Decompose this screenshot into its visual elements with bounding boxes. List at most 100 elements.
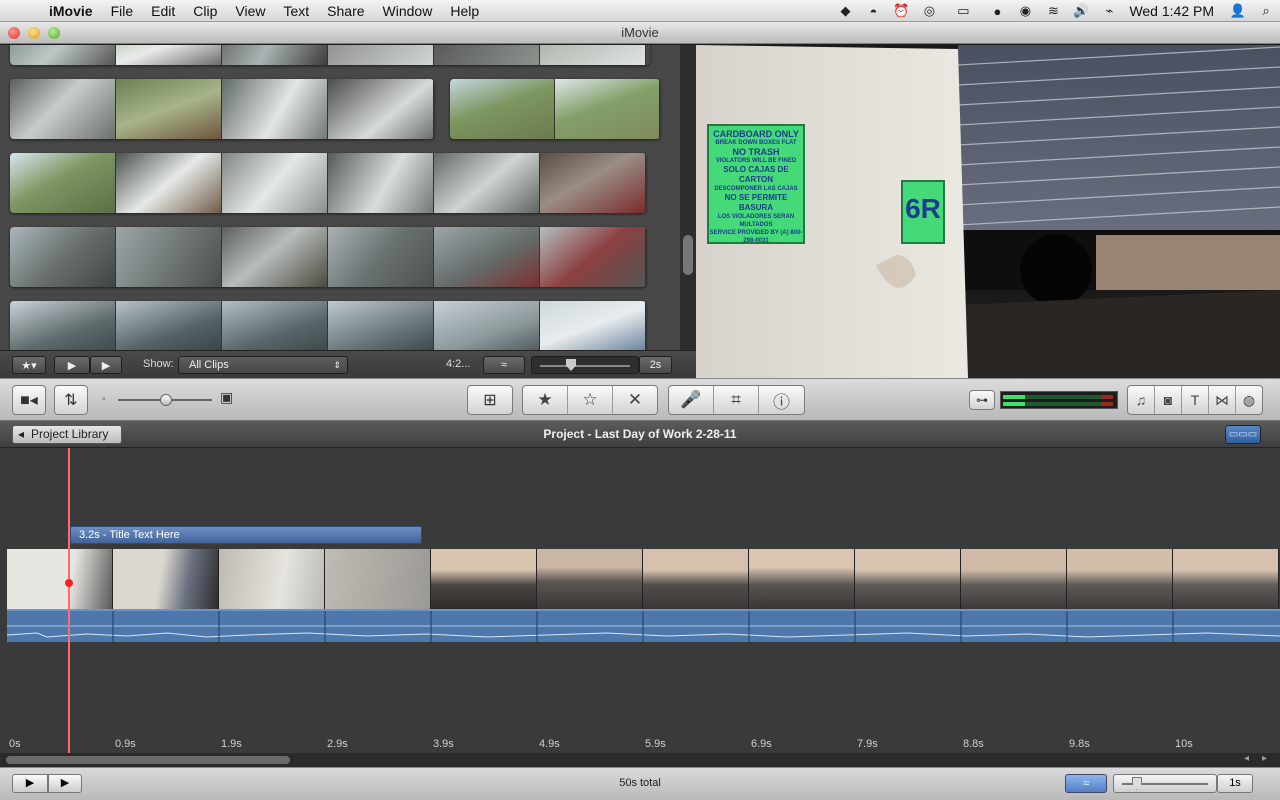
dropbox-icon[interactable]: ◆ xyxy=(831,3,859,19)
menu-file[interactable]: File xyxy=(102,3,143,19)
clip-strip[interactable] xyxy=(10,301,646,350)
menu-app-name[interactable]: iMovie xyxy=(40,3,102,19)
swap-arrows-icon[interactable]: ⇅ xyxy=(54,385,88,415)
play-fullscreen-button[interactable]: ▶ xyxy=(54,356,90,374)
audio-skim-icon[interactable]: ⊶ xyxy=(969,390,995,410)
menubar-clock[interactable]: Wed 1:42 PM xyxy=(1123,3,1224,19)
music-note-icon[interactable]: ♫ xyxy=(1128,386,1155,414)
time-tick: 0s xyxy=(9,738,21,750)
waveform-button[interactable]: ≈ xyxy=(483,356,525,374)
close-button[interactable] xyxy=(8,27,20,39)
tools-segment: 🎤 ⌗ ⓘ xyxy=(668,385,805,415)
playhead[interactable] xyxy=(68,448,70,753)
browser-zoom-slider[interactable] xyxy=(531,356,639,374)
time-tick: 10s xyxy=(1175,738,1193,750)
rating-segment: ★ ☆ ✕ xyxy=(522,385,658,415)
event-browser[interactable] xyxy=(0,45,680,350)
zoom-button[interactable] xyxy=(48,27,60,39)
time-tick: 7.9s xyxy=(857,738,878,750)
play-button[interactable]: ▶ xyxy=(90,356,122,374)
thumbnail-size-slider[interactable] xyxy=(118,394,212,406)
time-tick: 9.8s xyxy=(1069,738,1090,750)
show-select[interactable]: All Clips ⇕ xyxy=(178,356,348,374)
menu-help[interactable]: Help xyxy=(441,3,488,19)
bell-icon[interactable]: ◓ xyxy=(859,4,887,19)
spotlight-search-icon[interactable]: ⌕ xyxy=(1252,3,1280,19)
playhead-marker[interactable] xyxy=(65,579,73,587)
menu-window[interactable]: Window xyxy=(374,3,442,19)
layout-toggle-button[interactable]: ▭▭▭ xyxy=(1225,425,1261,444)
crop-icon[interactable]: ⌗ xyxy=(714,386,759,414)
text-title-icon[interactable]: T xyxy=(1182,386,1209,414)
browser-duration-label[interactable]: 2s xyxy=(639,356,672,374)
browser-segment: ♫ ◙ T ⋈ ◍ xyxy=(1127,385,1263,415)
title-clip[interactable]: 3.2s - Title Text Here xyxy=(70,526,422,544)
battery-outline-icon[interactable]: ▭ xyxy=(943,3,983,19)
show-label: Show: xyxy=(143,358,174,370)
menu-edit[interactable]: Edit xyxy=(142,3,184,19)
clip-strip[interactable] xyxy=(10,45,650,65)
user-icon[interactable]: 👤 xyxy=(1224,3,1252,19)
clip-strip[interactable] xyxy=(450,79,660,139)
sign-line: CARDBOARD ONLY xyxy=(713,129,799,139)
transitions-icon[interactable]: ⋈ xyxy=(1209,386,1236,414)
video-camera-icon[interactable]: ■◂ xyxy=(12,385,46,415)
record-icon[interactable]: ◎ xyxy=(915,3,943,19)
browser-bottom-bar: ★▾ ▶ ▶ Show: All Clips ⇕ 4:2... ≈ 2s xyxy=(0,350,696,378)
sign-line: DESCOMPONER LAS CAJAS xyxy=(714,186,798,192)
menu-view[interactable]: View xyxy=(226,3,274,19)
slider-knob[interactable] xyxy=(160,394,172,406)
clip-strip[interactable] xyxy=(10,153,646,213)
bluetooth-icon[interactable]: ● xyxy=(983,4,1011,19)
timeline-zoom-slider[interactable] xyxy=(1113,774,1217,793)
main-toolbar: ■◂ ⇅ ▫ ▣ ⊞ ★ ☆ ✕ 🎤 ⌗ ⓘ ⊶ ♫ ◙ T ⋈ ◍ xyxy=(0,378,1280,421)
volume-icon[interactable]: 🔊 xyxy=(1067,3,1095,19)
timeline-zoom-label[interactable]: 1s xyxy=(1217,774,1253,793)
sign-line: SERVICE PROVIDED BY (A) 800-298-0031 xyxy=(709,230,803,244)
audio-waveform[interactable] xyxy=(7,609,1280,642)
project-clip-row[interactable] xyxy=(7,549,1280,609)
project-timeline[interactable]: 3.2s - Title Text Here 0s 0.9s 1.9s 2.9s… xyxy=(0,448,1280,753)
charging-icon[interactable]: ⌁ xyxy=(1095,3,1123,19)
eye-icon[interactable]: ◉ xyxy=(1011,3,1039,19)
time-tick: 2.9s xyxy=(327,738,348,750)
sign-text: CARDBOARD ONLY BREAK DOWN BOXES FLAT NO … xyxy=(708,129,804,245)
clip-strip[interactable] xyxy=(10,227,646,287)
sign-line: VIOLATORS WILL BE FINED xyxy=(715,158,797,164)
time-tick: 6.9s xyxy=(751,738,772,750)
menu-share[interactable]: Share xyxy=(318,3,373,19)
window-title-bar: iMovie xyxy=(0,22,1280,44)
reject-x-icon[interactable]: ✕ xyxy=(613,386,657,414)
browser-scroll-thumb[interactable] xyxy=(683,235,693,275)
scroll-left-icon[interactable]: ◂ xyxy=(1244,753,1249,764)
info-icon[interactable]: ⓘ xyxy=(759,386,804,414)
timeline-scrollbar[interactable]: ◂ ▸ xyxy=(0,753,1280,767)
alarm-clock-icon[interactable]: ⏰ xyxy=(887,3,915,19)
project-bottom-bar: ▶ ▶ 50s total ≈ 1s xyxy=(0,767,1280,800)
menu-text[interactable]: Text xyxy=(274,3,318,19)
outline-star-icon[interactable]: ☆ xyxy=(568,386,613,414)
project-title: Project - Last Day of Work 2-28-11 xyxy=(543,427,737,441)
aspect-label: 4:2... xyxy=(446,358,471,370)
menu-bar: iMovie File Edit Clip View Text Share Wi… xyxy=(0,0,1280,22)
add-to-project-icon[interactable]: ⊞ xyxy=(467,385,513,415)
slider-knob[interactable] xyxy=(566,359,576,371)
favorite-filter-button[interactable]: ★▾ xyxy=(12,356,46,374)
camera-icon[interactable]: ◙ xyxy=(1155,386,1182,414)
globe-icon[interactable]: ◍ xyxy=(1236,386,1262,414)
browser-scrollbar[interactable] xyxy=(680,45,696,350)
clip-strip[interactable] xyxy=(10,79,434,139)
timeline-scroll-thumb[interactable] xyxy=(6,756,290,764)
sign-line: NO TRASH xyxy=(732,147,780,157)
filled-star-icon[interactable]: ★ xyxy=(523,386,568,414)
microphone-icon[interactable]: 🎤 xyxy=(669,386,714,414)
menu-clip[interactable]: Clip xyxy=(184,3,226,19)
time-tick: 3.9s xyxy=(433,738,454,750)
time-tick: 5.9s xyxy=(645,738,666,750)
scroll-right-icon[interactable]: ▸ xyxy=(1262,753,1267,764)
video-viewer[interactable]: CARDBOARD ONLY BREAK DOWN BOXES FLAT NO … xyxy=(696,45,1280,378)
slider-knob[interactable] xyxy=(1132,777,1142,790)
audio-waveform-toggle[interactable]: ≈ xyxy=(1065,774,1107,793)
wifi-icon[interactable]: ≋ xyxy=(1039,3,1067,19)
minimize-button[interactable] xyxy=(28,27,40,39)
